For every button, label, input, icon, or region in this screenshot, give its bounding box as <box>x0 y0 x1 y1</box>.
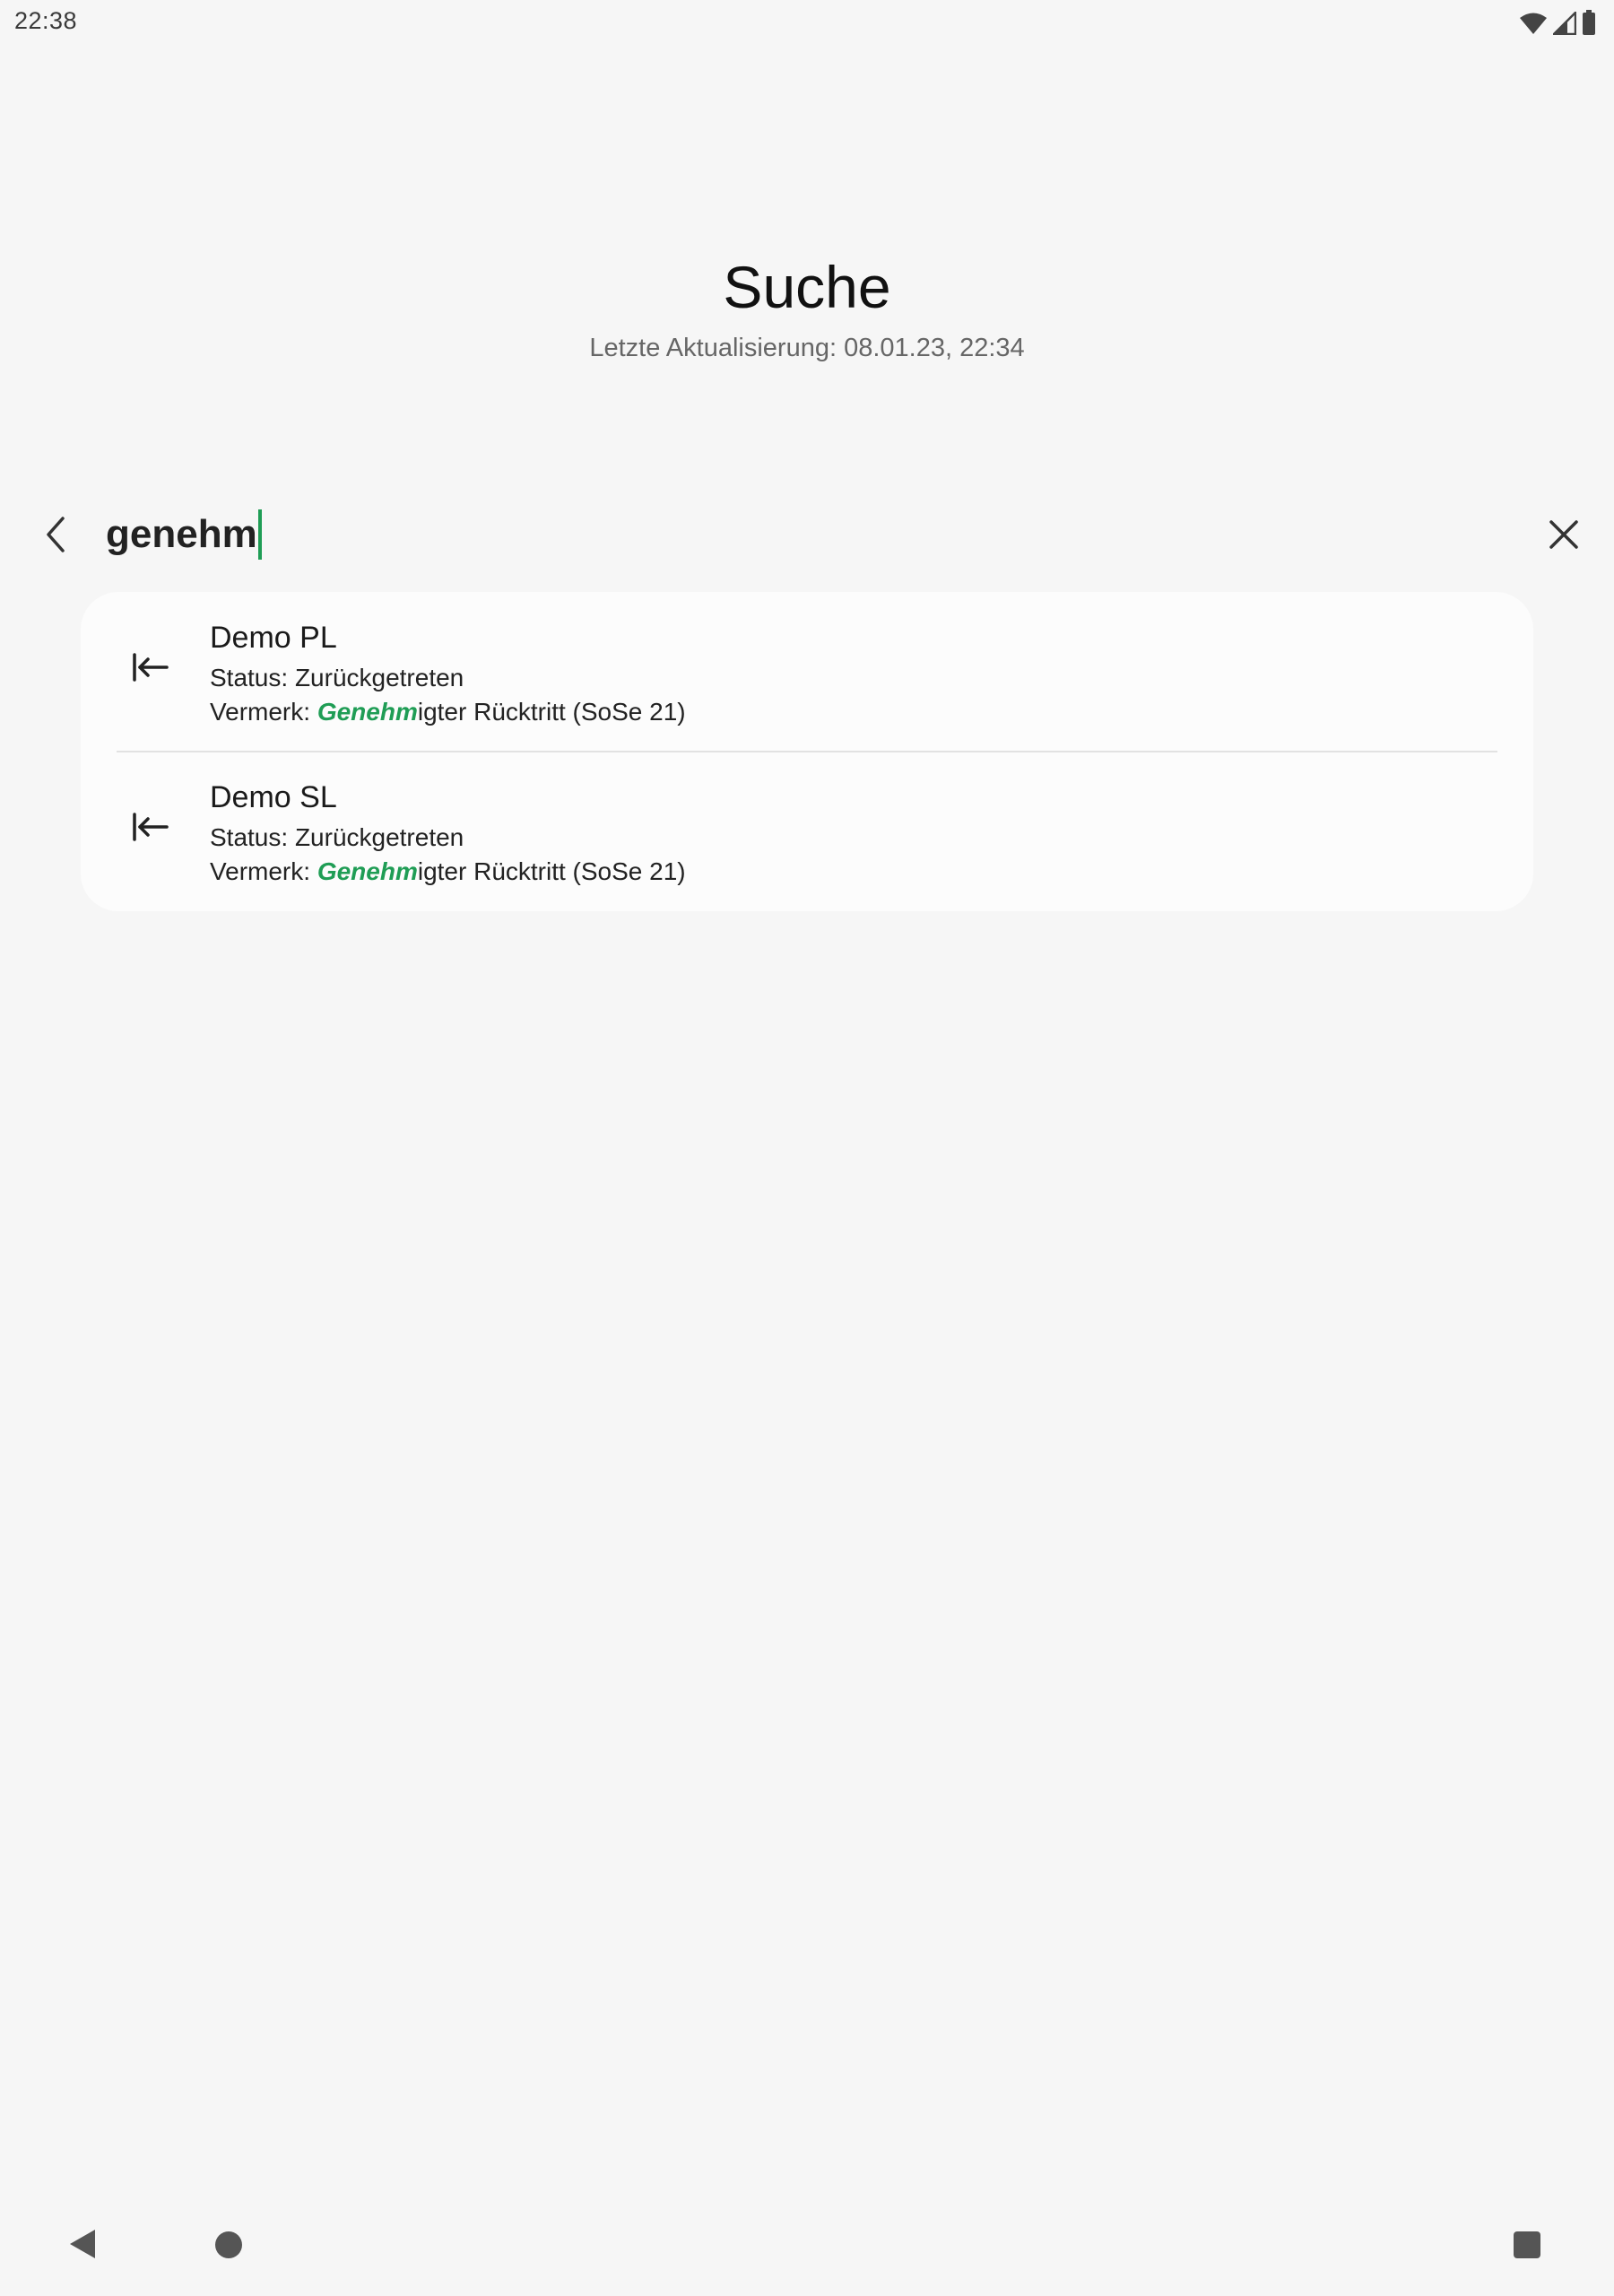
clear-search-button[interactable] <box>1540 508 1587 561</box>
chevron-left-icon <box>47 517 65 552</box>
result-title: Demo SL <box>210 780 337 814</box>
note-label: Vermerk: <box>210 698 317 726</box>
status-time: 22:38 <box>14 7 78 34</box>
search-match-highlight: Genehm <box>317 698 418 726</box>
last-update-text: Letzte Aktualisierung: 08.01.23, 22:34 <box>589 334 1025 362</box>
result-note: Vermerk: Genehmigter Rücktritt (SoSe 21) <box>210 857 686 886</box>
close-icon <box>1549 520 1578 549</box>
note-label: Vermerk: <box>210 857 317 885</box>
nav-home-icon[interactable] <box>215 2231 242 2258</box>
search-result-item[interactable]: Demo PL Status: Zurückgetreten Vermerk: … <box>81 592 1533 752</box>
search-input[interactable]: genehm <box>106 504 262 565</box>
search-match-highlight: Genehm <box>317 857 418 885</box>
status-icons <box>1519 10 1596 35</box>
status-bar: 22:38 <box>0 0 1614 45</box>
withdraw-arrow-icon <box>133 653 169 682</box>
battery-icon <box>1583 10 1595 35</box>
search-input-value[interactable]: genehm <box>106 512 257 557</box>
result-status: Status: Zurückgetreten <box>210 823 464 851</box>
nav-back-icon[interactable] <box>66 2226 102 2262</box>
wifi-icon <box>1520 13 1547 34</box>
search-result-item[interactable]: Demo SL Status: Zurückgetreten Vermerk: … <box>81 752 1533 911</box>
result-title: Demo PL <box>210 621 337 655</box>
search-results-card: Demo PL Status: Zurückgetreten Vermerk: … <box>81 592 1533 911</box>
page-title: Suche <box>723 254 891 320</box>
back-button[interactable] <box>34 508 77 561</box>
text-cursor <box>257 509 262 560</box>
result-status: Status: Zurückgetreten <box>210 664 464 691</box>
result-note: Vermerk: Genehmigter Rücktritt (SoSe 21) <box>210 698 686 726</box>
signal-icon <box>1553 12 1576 35</box>
note-rest: igter Rücktritt (SoSe 21) <box>417 857 686 885</box>
nav-recents-icon[interactable] <box>1514 2231 1540 2258</box>
withdraw-arrow-icon <box>133 813 169 841</box>
note-rest: igter Rücktritt (SoSe 21) <box>417 698 686 726</box>
